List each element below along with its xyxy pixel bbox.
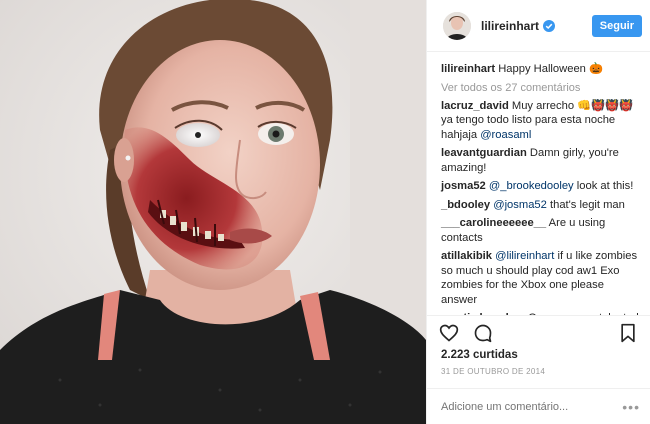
comment-text: look at this!	[573, 180, 634, 192]
comment-item: josma52 @_brookedooley look at this!	[441, 179, 640, 194]
caption-username[interactable]: lilireinhart	[441, 63, 495, 75]
post-side-panel: lilireinhart Seguir lilireinhart Happy H…	[426, 0, 650, 424]
heart-icon[interactable]	[439, 323, 459, 343]
comment-text: that's legit man	[546, 198, 625, 211]
instagram-post: lilireinhart Seguir lilireinhart Happy H…	[0, 0, 650, 424]
more-options-icon[interactable]: •••	[622, 399, 640, 415]
comment-item: atillakibik @lilireinhart if u like zomb…	[441, 249, 640, 307]
comment-username[interactable]: _bdooley	[441, 199, 490, 211]
view-all-comments-link[interactable]: Ver todos os 27 comentários	[441, 82, 640, 94]
post-date: 31 de outubro de 2014	[441, 367, 546, 376]
mention-link[interactable]: @roasaml	[480, 129, 531, 141]
comment-item: lacruz_david Muy arrecho 👊👹👹👹 ya tengo t…	[441, 99, 640, 143]
like-count[interactable]: 2.223 curtidas	[427, 349, 650, 361]
avatar[interactable]	[443, 11, 471, 40]
zombie-makeup-photo	[0, 0, 426, 424]
post-actions	[427, 315, 650, 349]
comments-list: lilireinhart Happy Halloween 🎃 Ver todos…	[427, 52, 650, 315]
comment-item: ___carolineeeeee__ Are u using contacts	[441, 216, 640, 245]
mention-link[interactable]: @josma52	[493, 199, 547, 211]
comment-username[interactable]: atillakibik	[441, 250, 492, 262]
mention-link[interactable]: @lilireinhart	[495, 250, 554, 262]
post-header: lilireinhart Seguir	[427, 0, 650, 52]
comment-username[interactable]: lacruz_david	[441, 100, 509, 112]
header-username[interactable]: lilireinhart	[481, 19, 539, 33]
post-caption: lilireinhart Happy Halloween 🎃	[441, 62, 640, 77]
comment-icon[interactable]	[473, 323, 493, 343]
comment-container: lacruz_david Muy arrecho 👊👹👹👹 ya tengo t…	[441, 99, 640, 316]
post-photo[interactable]	[0, 0, 426, 424]
comment-item: leavantguardian Damn girly, you're amazi…	[441, 146, 640, 175]
comment-username[interactable]: ___carolineeeeee__	[441, 217, 546, 229]
bookmark-icon[interactable]	[618, 323, 638, 343]
caption-text: Happy Halloween 🎃	[498, 63, 603, 75]
follow-button[interactable]: Seguir	[591, 14, 642, 37]
avatar-image	[443, 11, 471, 40]
comment-username[interactable]: josma52	[441, 180, 486, 192]
comment-item: _bdooley @josma52 that's legit man	[441, 198, 640, 213]
add-comment-bar: •••	[427, 388, 650, 424]
verified-badge-icon	[543, 19, 556, 32]
comment-username[interactable]: leavantguardian	[441, 147, 527, 159]
mention-link[interactable]: @_brookedooley	[489, 180, 574, 192]
add-comment-input[interactable]	[441, 400, 623, 413]
